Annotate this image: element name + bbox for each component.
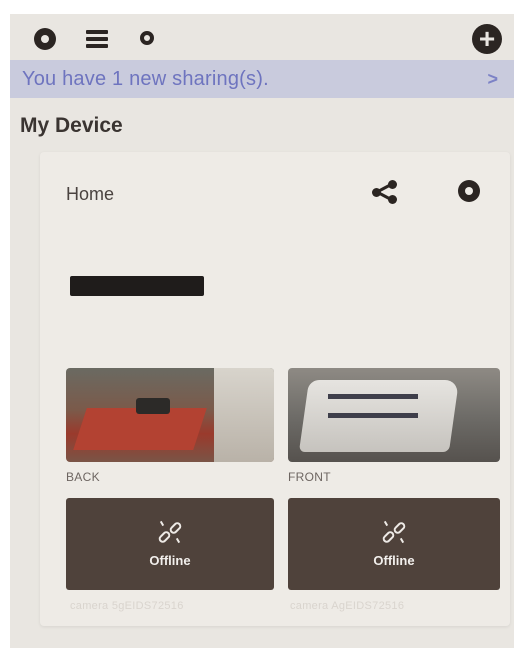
top-toolbar: +: [10, 14, 514, 60]
sharing-banner-text: You have 1 new sharing(s).: [22, 67, 269, 90]
sharing-banner[interactable]: You have 1 new sharing(s). >: [10, 60, 514, 98]
app-screen: + You have 1 new sharing(s). > My Device…: [10, 14, 514, 648]
add-icon[interactable]: +: [472, 24, 502, 54]
camera-label: FRONT: [288, 470, 331, 484]
camera-tile[interactable]: Offline: [288, 498, 500, 590]
camera-id: camera AgEIDS72516: [290, 600, 405, 612]
gear-icon[interactable]: [458, 180, 480, 202]
group-title: Home: [66, 184, 115, 204]
menu-icon[interactable]: [86, 30, 108, 48]
camera-label: BACK: [66, 470, 100, 484]
camera-preview-back[interactable]: [66, 368, 274, 462]
settings-icon[interactable]: [34, 28, 56, 50]
section-title: My Device: [20, 114, 123, 137]
share-icon[interactable]: [372, 180, 398, 204]
camera-preview-front[interactable]: [288, 368, 500, 462]
chevron-right-icon: >: [487, 68, 498, 89]
camera-tile[interactable]: Offline: [66, 498, 274, 590]
device-group-card: Home BACK FRONT Offline Offline camera 5…: [40, 152, 510, 626]
search-icon[interactable]: [138, 29, 158, 49]
status-text: Offline: [149, 552, 191, 568]
camera-id: camera 5gEIDS72516: [70, 600, 184, 612]
redacted-text-bar: [70, 276, 204, 296]
broken-link-icon: [157, 520, 183, 545]
broken-link-icon: [381, 520, 407, 545]
status-text: Offline: [373, 552, 415, 568]
